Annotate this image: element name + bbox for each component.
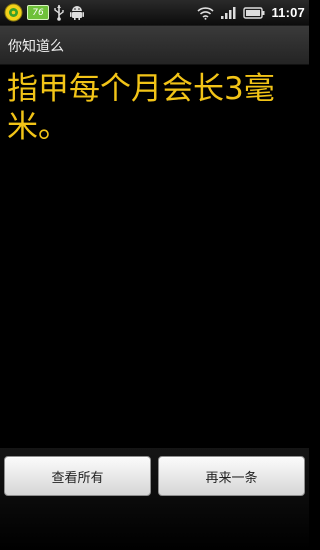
- status-bar-notifications: 76: [4, 3, 85, 22]
- status-clock: 11:07: [271, 5, 305, 20]
- bottom-button-bar: 查看所有 再来一条: [0, 448, 309, 550]
- battery-level-badge: 76: [27, 5, 49, 20]
- status-bar-system: 11:07: [197, 3, 305, 22]
- next-fact-button[interactable]: 再来一条: [158, 456, 305, 496]
- app-title-bar: 你知道么: [0, 26, 309, 65]
- fact-text: 指甲每个月会长3毫米。: [7, 71, 275, 145]
- battery-icon: [243, 6, 265, 19]
- app-notification-icon: [4, 3, 23, 22]
- android-icon: [69, 4, 85, 21]
- view-all-button[interactable]: 查看所有: [4, 456, 151, 496]
- usb-icon: [53, 4, 65, 21]
- signal-icon: [220, 6, 237, 20]
- wifi-icon: [197, 6, 214, 20]
- status-bar: 76 11:07: [0, 0, 309, 26]
- app-title: 你知道么: [8, 39, 64, 55]
